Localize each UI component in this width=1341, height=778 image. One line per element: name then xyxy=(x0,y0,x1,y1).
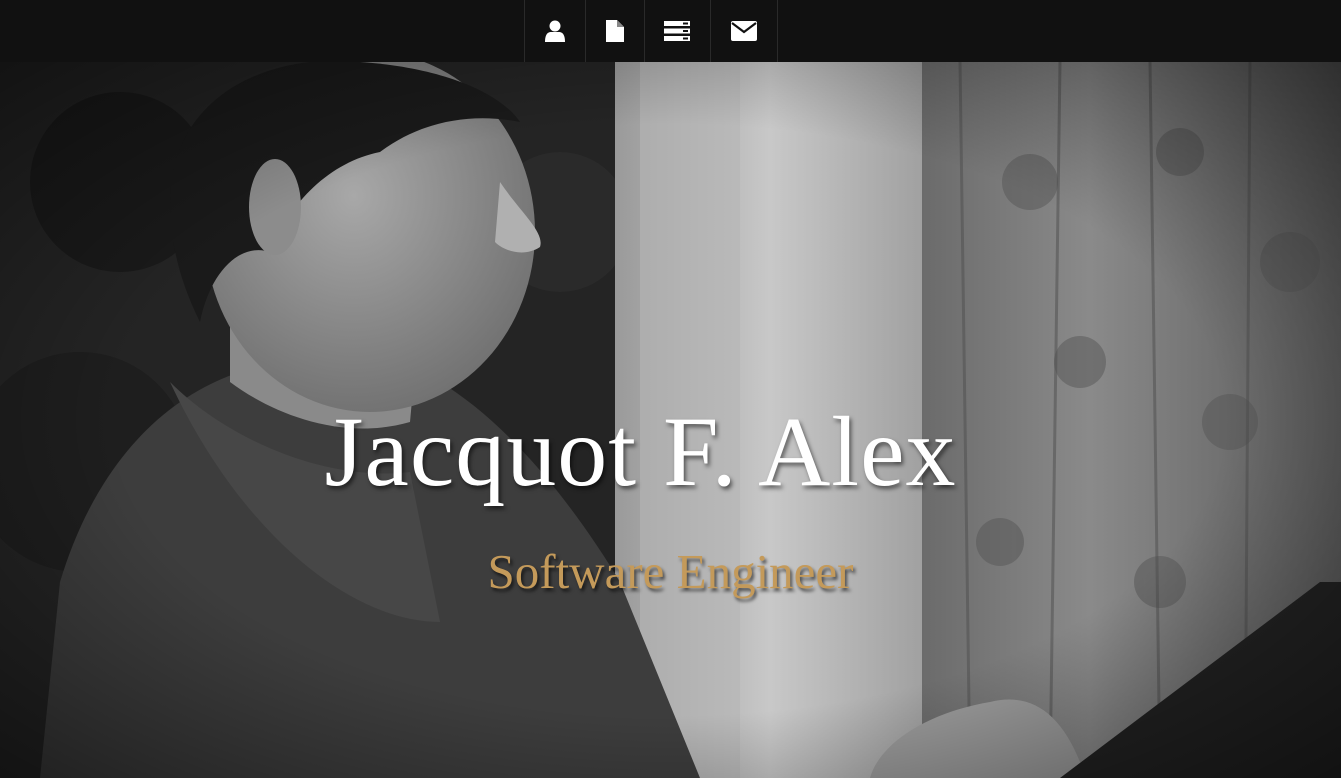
user-icon xyxy=(544,20,565,42)
envelope-icon xyxy=(730,21,757,41)
top-navbar xyxy=(0,0,1341,62)
hero-section: Jacquot F. Alex Software Engineer xyxy=(0,62,1341,778)
nav-contact-button[interactable] xyxy=(709,0,778,62)
nav-resume-button[interactable] xyxy=(584,0,644,62)
hero-subtitle: Software Engineer xyxy=(487,544,854,599)
nav-portfolio-button[interactable] xyxy=(643,0,710,62)
document-icon xyxy=(605,20,624,42)
nav-menu xyxy=(523,0,778,62)
server-icon xyxy=(664,21,690,41)
nav-about-button[interactable] xyxy=(523,0,585,62)
hero-name: Jacquot F. Alex xyxy=(324,396,957,507)
